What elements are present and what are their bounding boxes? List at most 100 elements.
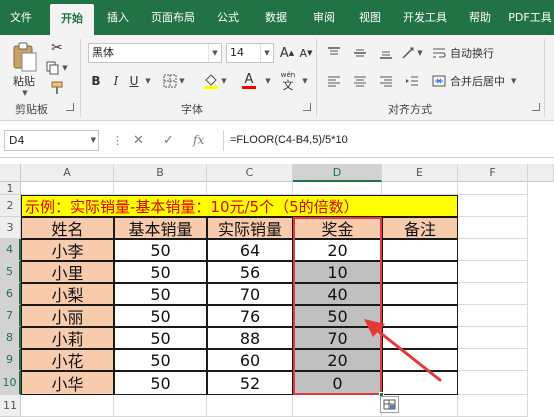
font-name-select[interactable]: 黑体 ▼ — [88, 43, 222, 63]
cell-f9[interactable] — [458, 349, 528, 371]
table-row-bonus-active[interactable]: 20 — [293, 239, 382, 261]
clipboard-launcher-icon[interactable] — [66, 103, 74, 111]
orientation-icon[interactable]: ▼ — [398, 43, 426, 63]
row-header-6[interactable]: 6 — [0, 283, 21, 305]
table-row-bonus[interactable]: 20 — [293, 349, 382, 371]
table-row-actual[interactable]: 60 — [207, 349, 293, 371]
table-row-actual[interactable]: 56 — [207, 261, 293, 283]
enter-icon[interactable]: ✓ — [163, 130, 174, 151]
cell-a11[interactable] — [21, 395, 114, 417]
underline-dropdown-icon[interactable]: ▼ — [142, 71, 152, 91]
insert-function-button[interactable]: fx — [193, 130, 204, 151]
table-row-base[interactable]: 50 — [114, 371, 207, 395]
cell-f5[interactable] — [458, 261, 528, 283]
cell-d11[interactable] — [293, 395, 382, 417]
tab-page-layout[interactable]: 页面布局 — [142, 0, 204, 35]
cancel-icon[interactable]: ✕ — [133, 130, 144, 151]
tab-developer[interactable]: 开发工具 — [396, 0, 454, 35]
font-color-button[interactable]: A — [234, 71, 264, 91]
row-header-3[interactable]: 3 — [0, 217, 21, 239]
table-row-base[interactable]: 50 — [114, 283, 207, 305]
top-align-icon[interactable] — [322, 43, 346, 63]
tab-data[interactable]: 数据 — [256, 0, 296, 35]
table-row-base[interactable]: 50 — [114, 305, 207, 327]
table-row-actual[interactable]: 70 — [207, 283, 293, 305]
cell-f7[interactable] — [458, 305, 528, 327]
column-header-f[interactable]: F — [458, 164, 528, 182]
table-row-remark[interactable] — [382, 305, 458, 327]
row-header-1[interactable]: 1 — [0, 182, 21, 195]
cut-icon[interactable]: ✂ — [46, 39, 68, 57]
column-header-e[interactable]: E — [382, 164, 458, 182]
row-header-4[interactable]: 4 — [0, 239, 21, 261]
font-launcher-icon[interactable] — [303, 103, 311, 111]
table-row-remark[interactable] — [382, 283, 458, 305]
cell-f11[interactable] — [458, 395, 528, 417]
header-remark[interactable]: 备注 — [382, 217, 458, 239]
table-row-name[interactable]: 小花 — [21, 349, 114, 371]
table-row-remark[interactable] — [382, 261, 458, 283]
cell-f10[interactable] — [458, 371, 528, 395]
bold-button[interactable]: B — [88, 71, 104, 91]
indent-icon[interactable] — [400, 71, 424, 91]
italic-button[interactable]: I — [108, 71, 124, 91]
cell-a1[interactable] — [21, 182, 114, 195]
paste-button[interactable]: 粘贴 — [7, 73, 41, 89]
cell-c1[interactable] — [207, 182, 293, 195]
cell-e1[interactable] — [382, 182, 458, 195]
tab-file[interactable]: 文件 — [0, 0, 42, 35]
table-row-actual[interactable]: 88 — [207, 327, 293, 349]
formula-input[interactable]: =FLOOR(C4-B4,5)/5*10 — [223, 130, 554, 151]
column-header-d[interactable]: D — [293, 164, 382, 182]
tab-insert[interactable]: 插入 — [98, 0, 138, 35]
table-row-bonus[interactable]: 70 — [293, 327, 382, 349]
decrease-font-size-button[interactable]: A ▼ — [298, 43, 314, 63]
cell-f3[interactable] — [458, 217, 528, 239]
table-row-name[interactable]: 小李 — [21, 239, 114, 261]
tab-formulas[interactable]: 公式 — [208, 0, 248, 35]
table-row-name[interactable]: 小里 — [21, 261, 114, 283]
table-row-name[interactable]: 小华 — [21, 371, 114, 395]
cell-f4[interactable] — [458, 239, 528, 261]
table-row-bonus[interactable]: 50 — [293, 305, 382, 327]
cell-b1[interactable] — [114, 182, 207, 195]
tab-view[interactable]: 视图 — [350, 0, 390, 35]
column-header-g[interactable] — [528, 164, 554, 182]
table-row-base[interactable]: 50 — [114, 261, 207, 283]
table-row-bonus[interactable]: 10 — [293, 261, 382, 283]
table-row-remark[interactable] — [382, 349, 458, 371]
title-cell-a2-e2[interactable]: 示例：实际销量-基本销量：10元/5个（5的倍数） — [21, 195, 458, 217]
wrap-text-button[interactable]: 自动换行 — [432, 43, 512, 63]
header-base-sales[interactable]: 基本销量 — [114, 217, 207, 239]
table-row-actual[interactable]: 64 — [207, 239, 293, 261]
copy-icon[interactable]: ▼ — [46, 59, 68, 77]
tab-review[interactable]: 审阅 — [304, 0, 344, 35]
tab-home[interactable]: 开始 — [50, 4, 94, 35]
align-left-icon[interactable] — [322, 71, 346, 91]
format-painter-icon[interactable] — [46, 79, 68, 97]
cell-f8[interactable] — [458, 327, 528, 349]
header-name[interactable]: 姓名 — [21, 217, 114, 239]
row-header-9[interactable]: 9 — [0, 349, 21, 371]
cell-d1[interactable] — [293, 182, 382, 195]
table-row-remark[interactable] — [382, 239, 458, 261]
tab-help[interactable]: 帮助 — [460, 0, 500, 35]
font-color-dropdown-icon[interactable]: ▼ — [262, 71, 272, 91]
table-row-base[interactable]: 50 — [114, 349, 207, 371]
select-all-corner[interactable] — [0, 164, 21, 182]
table-row-bonus[interactable]: 0 — [293, 371, 382, 395]
table-row-name[interactable]: 小梨 — [21, 283, 114, 305]
row-header-8[interactable]: 8 — [0, 327, 21, 349]
column-header-a[interactable]: A — [21, 164, 114, 182]
increase-font-size-button[interactable]: A ▲ — [279, 43, 295, 63]
bottom-align-icon[interactable] — [374, 43, 398, 63]
borders-icon[interactable]: ▼ — [160, 71, 188, 91]
table-row-name[interactable]: 小丽 — [21, 305, 114, 327]
table-row-actual[interactable]: 76 — [207, 305, 293, 327]
row-header-5[interactable]: 5 — [0, 261, 21, 283]
underline-button[interactable]: U — [126, 71, 142, 91]
row-header-2[interactable]: 2 — [0, 195, 21, 217]
cell-c11[interactable] — [207, 395, 293, 417]
phonetic-dropdown-icon[interactable]: ▼ — [299, 71, 309, 91]
table-row-name[interactable]: 小莉 — [21, 327, 114, 349]
